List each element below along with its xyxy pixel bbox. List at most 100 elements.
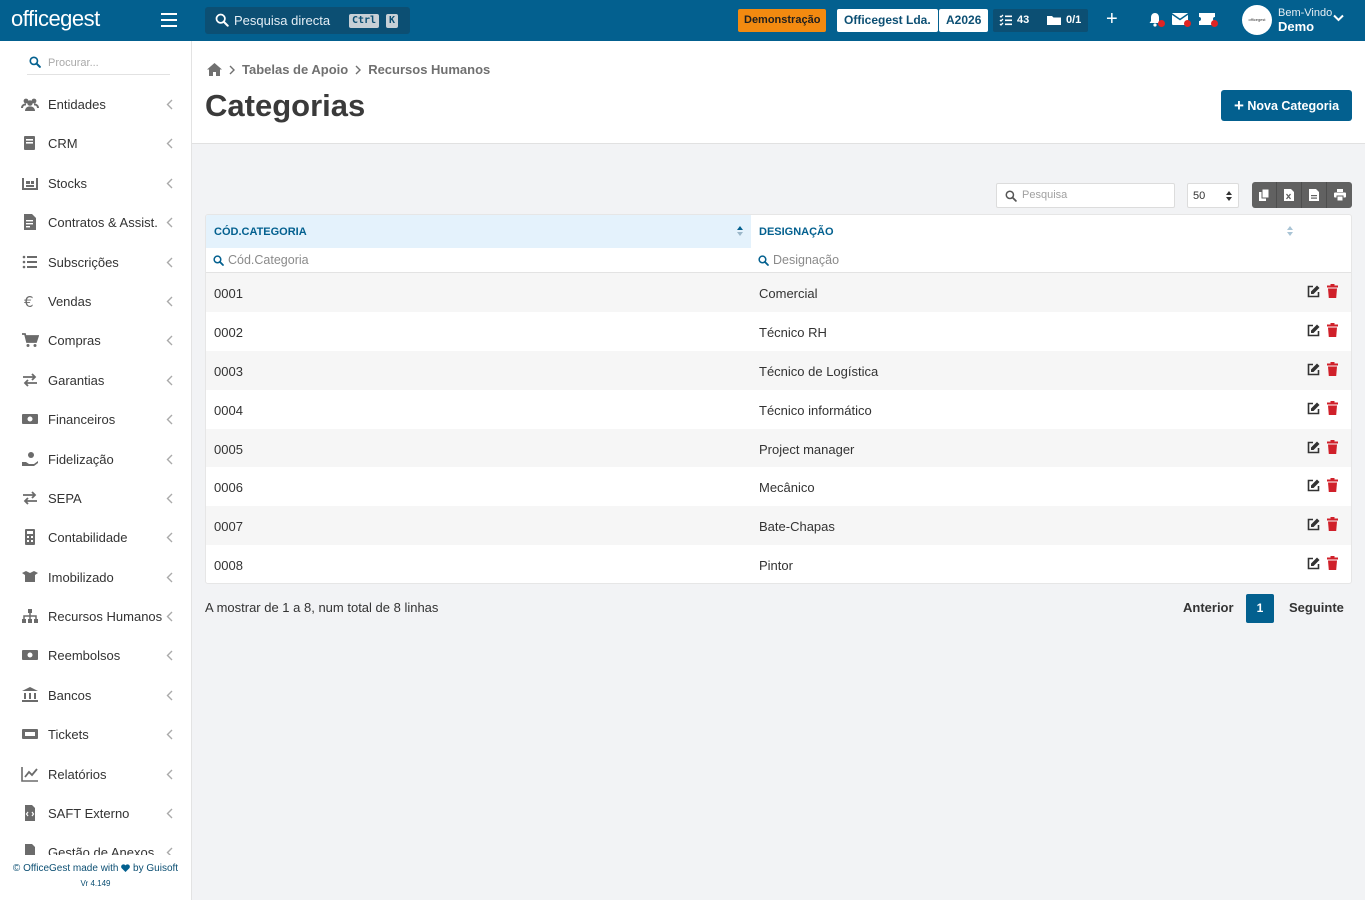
next-page-button[interactable]: Seguinte <box>1289 600 1344 615</box>
trash-icon[interactable] <box>1327 400 1338 415</box>
sidebar-item-entidades[interactable]: Entidades <box>0 85 191 124</box>
trash-icon[interactable] <box>1327 556 1338 571</box>
sidebar-item-label: CRM <box>48 136 78 152</box>
previous-page-button[interactable]: Anterior <box>1183 600 1234 615</box>
trash-icon[interactable] <box>1327 517 1338 532</box>
welcome-text: Bem-Vindo <box>1278 7 1333 19</box>
sidebar-item-label: Vendas <box>48 293 92 309</box>
table-row[interactable]: 0004 Técnico informático <box>206 390 1351 429</box>
chevron-left-icon <box>166 769 173 780</box>
column-header-code[interactable]: CÓD.CATEGORIA <box>206 215 751 248</box>
sidebar-item-subscricoes[interactable]: Subscrições <box>0 243 191 282</box>
print-button[interactable] <box>1327 182 1352 208</box>
sidebar-nav: Entidades CRM Stocks Contratos & Assist.… <box>0 85 191 855</box>
edit-icon[interactable] <box>1307 285 1320 298</box>
sidebar-item-label: Reembolsos <box>48 648 121 664</box>
sidebar-item-label: Bancos <box>48 687 92 703</box>
table-row[interactable]: 0005 Project manager <box>206 428 1351 468</box>
edit-icon[interactable] <box>1307 557 1320 570</box>
sidebar-item-label: Tickets <box>48 727 89 743</box>
column-header-label: CÓD.CATEGORIA <box>214 226 307 238</box>
page-size-select[interactable]: 50 <box>1187 183 1239 208</box>
table-row[interactable]: 0007 Bate-Chapas <box>206 506 1351 546</box>
calculator-icon <box>25 529 35 546</box>
cell-designation: Comercial <box>759 286 818 301</box>
edit-icon[interactable] <box>1307 441 1320 454</box>
sidebar-item-gestao-anexos[interactable]: Gestão de Anexos <box>0 833 191 855</box>
trash-icon[interactable] <box>1327 284 1338 298</box>
breadcrumb-item[interactable]: Recursos Humanos <box>368 62 490 77</box>
filter-designation-input[interactable]: Designação <box>751 248 1305 273</box>
excel-export-button[interactable] <box>1277 182 1302 208</box>
menu-toggle-icon[interactable] <box>161 13 177 27</box>
sidebar-item-financeiros[interactable]: Financeiros <box>0 400 191 439</box>
new-category-label: Nova Categoria <box>1247 99 1340 113</box>
top-bar: officegest Pesquisa directa Ctrl K Demon… <box>0 0 1365 41</box>
chevron-left-icon <box>166 729 173 740</box>
sidebar-item-garantias[interactable]: Garantias <box>0 361 191 400</box>
new-category-button[interactable]: + Nova Categoria <box>1221 90 1352 121</box>
year-button[interactable]: A2026 <box>939 9 989 32</box>
sidebar-item-crm[interactable]: CRM <box>0 124 191 163</box>
table-row[interactable]: 0008 Pintor <box>206 545 1351 583</box>
breadcrumb-item[interactable]: Tabelas de Apoio <box>242 62 348 77</box>
users-icon <box>21 98 39 111</box>
demo-badge[interactable]: Demonstração <box>738 9 827 32</box>
trash-icon[interactable] <box>1327 439 1338 454</box>
sidebar-search-input[interactable]: Procurar... <box>27 53 170 75</box>
file-contract-icon <box>24 214 36 231</box>
trash-icon[interactable] <box>1327 322 1338 337</box>
trash-icon[interactable] <box>1327 361 1338 376</box>
counters-button[interactable]: 43 0/1 <box>993 9 1088 32</box>
current-page-button[interactable]: 1 <box>1246 594 1274 623</box>
home-icon[interactable] <box>207 63 222 76</box>
avatar[interactable]: officegest <box>1242 5 1272 35</box>
table-row[interactable]: 0002 Técnico RH <box>206 312 1351 351</box>
add-icon[interactable]: + <box>1106 8 1118 31</box>
table-row[interactable]: 0006 Mecânico <box>206 467 1351 506</box>
sidebar-item-bancos[interactable]: Bancos <box>0 676 191 715</box>
sidebar-item-compras[interactable]: Compras <box>0 321 191 360</box>
sidebar-item-imobilizado[interactable]: Imobilizado <box>0 558 191 597</box>
edit-icon[interactable] <box>1307 363 1320 376</box>
sidebar-item-contratos[interactable]: Contratos & Assist. <box>0 203 191 242</box>
filter-code-input[interactable]: Cód.Categoria <box>206 248 751 273</box>
edit-icon[interactable] <box>1307 402 1320 415</box>
company-button[interactable]: Officegest Lda. <box>837 9 938 32</box>
copy-button[interactable] <box>1252 182 1277 208</box>
edit-icon[interactable] <box>1307 479 1320 492</box>
chevron-down-icon[interactable] <box>1333 14 1344 22</box>
trash-icon[interactable] <box>1327 478 1338 493</box>
cell-code: 0004 <box>214 402 243 418</box>
chevron-left-icon <box>166 296 173 307</box>
bell-alert-dot <box>1158 20 1165 27</box>
sidebar-item-recursos-humanos[interactable]: Recursos Humanos <box>0 597 191 636</box>
edit-icon[interactable] <box>1307 518 1320 531</box>
table-search-input[interactable]: Pesquisa <box>996 183 1175 208</box>
pdf-export-button[interactable] <box>1302 182 1327 208</box>
footer-by[interactable]: by Guisoft <box>133 863 178 874</box>
sidebar-item-fidelizacao[interactable]: Fidelização <box>0 440 191 479</box>
cell-designation: Técnico informático <box>759 402 872 418</box>
chevron-left-icon <box>166 414 173 425</box>
sidebar-item-contabilidade[interactable]: Contabilidade <box>0 518 191 557</box>
direct-search-button[interactable]: Pesquisa directa Ctrl K <box>205 7 410 34</box>
sidebar-item-label: Financeiros <box>48 412 116 428</box>
table-row[interactable]: 0003 Técnico de Logística <box>206 350 1351 390</box>
column-header-designation[interactable]: DESIGNAÇÃO <box>751 215 1305 248</box>
filter-code-placeholder: Cód.Categoria <box>228 253 309 267</box>
svg-text:€: € <box>24 293 34 309</box>
sidebar-item-saft-externo[interactable]: SAFT Externo <box>0 794 191 833</box>
filter-designation-placeholder: Designação <box>773 253 840 267</box>
user-name[interactable]: Demo <box>1278 19 1314 34</box>
table-row[interactable]: 0001 Comercial <box>206 273 1351 312</box>
sidebar-item-label: Relatórios <box>48 766 107 782</box>
sidebar-item-vendas[interactable]: € Vendas <box>0 282 191 321</box>
sidebar-item-relatorios[interactable]: Relatórios <box>0 755 191 794</box>
sidebar-item-reembolsos[interactable]: Reembolsos <box>0 636 191 675</box>
chevron-left-icon <box>166 257 173 268</box>
edit-icon[interactable] <box>1307 324 1320 337</box>
sidebar-item-tickets[interactable]: Tickets <box>0 715 191 754</box>
sidebar-item-sepa[interactable]: SEPA <box>0 479 191 518</box>
sidebar-item-stocks[interactable]: Stocks <box>0 164 191 203</box>
